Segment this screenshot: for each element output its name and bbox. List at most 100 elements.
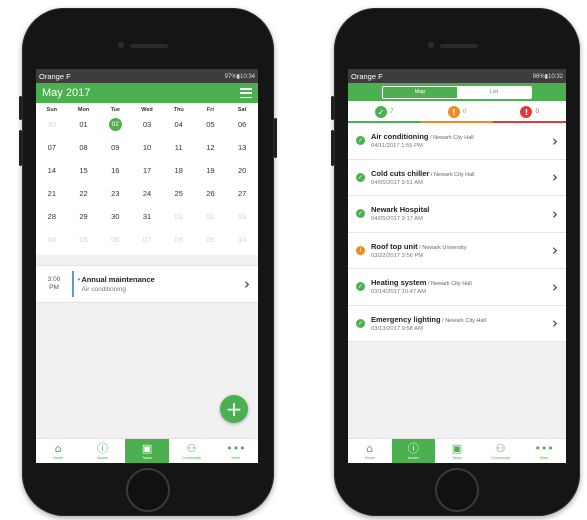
home-hardware-button[interactable]: [435, 468, 479, 512]
tab-map[interactable]: Map: [383, 86, 457, 98]
calendar-day[interactable]: 07: [36, 136, 68, 159]
calendar-day[interactable]: 29: [68, 205, 100, 228]
calendar-day[interactable]: 04: [163, 113, 195, 136]
calendar-day[interactable]: 19: [195, 159, 227, 182]
calendar-day[interactable]: 13: [226, 136, 258, 159]
event-time: 3:00 PM: [36, 276, 72, 292]
check-circle-icon: ✓: [356, 136, 365, 146]
calendar-day[interactable]: 08: [68, 136, 100, 159]
carrier-label: Orange F: [351, 71, 383, 81]
task-location: / Newark City Hall: [440, 317, 486, 324]
task-row[interactable]: ✓ Heating system / Newark City Hall 03/14/…: [348, 269, 566, 306]
calendar-day[interactable]: 20: [226, 159, 258, 182]
chevron-right-icon[interactable]: ›: [552, 241, 558, 259]
task-location: / Newark City Hall: [426, 281, 472, 288]
calendar-day[interactable]: 08: [163, 228, 195, 251]
calendar-day[interactable]: 23: [99, 182, 131, 205]
nav-item-home[interactable]: ⌂ Home: [36, 439, 80, 463]
check-circle-icon: ✓: [356, 282, 365, 292]
calendar-day[interactable]: 01: [163, 205, 195, 228]
calendar-day[interactable]: 12: [195, 136, 227, 159]
calendar-day[interactable]: 03: [131, 113, 163, 136]
calendar-day[interactable]: 02: [99, 113, 131, 136]
calendar-day[interactable]: 26: [195, 182, 227, 205]
calendar-day[interactable]: 06: [226, 113, 258, 136]
task-body: Newark Hospital 04/05/2017 9:17 AM: [371, 205, 552, 222]
add-event-button[interactable]: +: [220, 395, 248, 423]
nav-item-issues[interactable]: ⓘ Issues: [80, 439, 124, 463]
side-button: [19, 130, 22, 166]
task-row[interactable]: ✓ Emergency lighting / Newark City Hall 03…: [348, 306, 566, 342]
calendar-day[interactable]: 10: [131, 136, 163, 159]
calendar-day[interactable]: 04: [36, 228, 68, 251]
nav-item-tasks[interactable]: ▣ Tasks: [124, 439, 170, 463]
hamburger-menu-icon[interactable]: [240, 88, 252, 98]
calendar-day[interactable]: 02: [195, 205, 227, 228]
calendar-day[interactable]: 09: [195, 228, 227, 251]
summary-ok[interactable]: ✓ 7: [375, 106, 394, 118]
side-button: [331, 96, 334, 120]
calendar-day[interactable]: 05: [68, 228, 100, 251]
chevron-right-icon[interactable]: ›: [244, 275, 250, 293]
summary-error[interactable]: ! 0: [520, 106, 539, 118]
nav-item-community[interactable]: ⚇ Community: [169, 439, 213, 463]
chevron-right-icon[interactable]: ›: [552, 278, 558, 296]
status-icons: 97%▮10:34: [224, 73, 255, 80]
calendar-grid: 30 01 02 03 04 05 06 07 08 09 10 11 12 13 14 15 16 17 18 19…: [36, 113, 258, 255]
calendar-day[interactable]: 07: [131, 228, 163, 251]
calendar-day[interactable]: 03: [226, 205, 258, 228]
nav-label: More: [231, 455, 241, 460]
task-location-text: Newark City Hall: [445, 317, 486, 324]
task-name: Cold cuts chiller: [371, 168, 430, 178]
calendar-day[interactable]: 25: [163, 182, 195, 205]
task-date: 04/05/2017 9:51 AM: [371, 179, 423, 186]
calendar-day[interactable]: 30: [99, 205, 131, 228]
nav-item-home[interactable]: ⌂ Home: [348, 439, 392, 463]
task-row[interactable]: ✓ Air conditioning / Newark City Hall 04/1…: [348, 123, 566, 160]
chevron-right-icon[interactable]: ›: [552, 205, 558, 223]
tab-list[interactable]: List: [457, 86, 531, 98]
calendar-day[interactable]: 27: [226, 182, 258, 205]
calendar-day[interactable]: 16: [99, 159, 131, 182]
summary-warning[interactable]: ! 0: [447, 106, 466, 118]
calendar-day[interactable]: 05: [195, 113, 227, 136]
side-button: [19, 96, 22, 120]
calendar-day[interactable]: 22: [68, 182, 100, 205]
task-row[interactable]: ✓ Newark Hospital 04/05/2017 9:17 AM ›: [348, 196, 566, 233]
alert-circle-icon: ⓘ: [407, 441, 419, 455]
chevron-right-icon[interactable]: ›: [552, 314, 558, 332]
check-circle-icon: ✓: [356, 209, 365, 219]
calendar-day[interactable]: 15: [68, 159, 100, 182]
nav-label: More: [539, 455, 549, 460]
more-dots-icon: •••: [534, 441, 554, 455]
chevron-right-icon[interactable]: ›: [552, 132, 558, 150]
calendar-day[interactable]: 14: [36, 159, 68, 182]
home-hardware-button[interactable]: [126, 468, 170, 512]
nav-item-more[interactable]: ••• More: [522, 439, 566, 463]
chevron-right-icon[interactable]: ›: [552, 168, 558, 186]
task-date: 03/14/2017 10:47 AM: [371, 289, 427, 296]
calendar-day[interactable]: 09: [99, 136, 131, 159]
nav-item-community[interactable]: ⚇ Community: [479, 439, 523, 463]
phone-right: Orange F 96%▮10:32 Map List ✓ 7! 0! 0 ✓ Air …: [331, 8, 580, 516]
event-row[interactable]: 3:00 PM •Annual maintenance Air conditio…: [36, 265, 258, 303]
weekday-header: Sun Mon Tue Wed Thu Fri Sat: [36, 103, 258, 113]
calendar-day[interactable]: 30: [36, 113, 68, 136]
calendar-day[interactable]: 31: [131, 205, 163, 228]
calendar-day[interactable]: 24: [131, 182, 163, 205]
calendar-day[interactable]: 18: [163, 159, 195, 182]
calendar-day[interactable]: 06: [99, 228, 131, 251]
calendar-day[interactable]: 28: [36, 205, 68, 228]
task-name: Roof top unit: [371, 241, 418, 251]
nav-item-more[interactable]: ••• More: [214, 439, 258, 463]
calendar-day[interactable]: 21: [36, 182, 68, 205]
calendar-day[interactable]: 10: [226, 228, 258, 251]
task-row[interactable]: ✓ Cold cuts chiller / Newark City Hall 04/…: [348, 160, 566, 196]
calendar-day[interactable]: 17: [131, 159, 163, 182]
task-row[interactable]: ! Roof top unit / Newark University 03/22/…: [348, 233, 566, 269]
event-title: •Annual maintenance: [78, 275, 245, 284]
nav-item-tasks[interactable]: ▣ Tasks: [435, 439, 479, 463]
calendar-day[interactable]: 11: [163, 136, 195, 159]
calendar-day[interactable]: 01: [68, 113, 100, 136]
nav-item-issues[interactable]: ⓘ Issues: [391, 439, 436, 463]
